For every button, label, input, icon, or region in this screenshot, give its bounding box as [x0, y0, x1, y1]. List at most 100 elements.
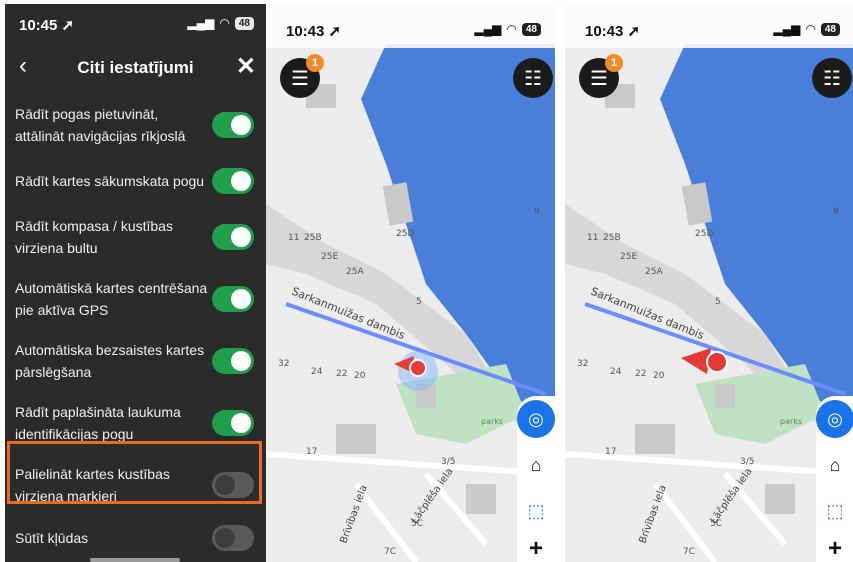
- setting-label: Rādīt paplašināta laukuma identifikācija…: [15, 404, 181, 442]
- battery-icon: 48: [234, 16, 254, 30]
- house-number: 7C: [384, 547, 396, 557]
- house-number: 25B: [304, 233, 322, 243]
- toggle-switch[interactable]: [212, 410, 254, 436]
- battery-icon: 48: [521, 22, 541, 36]
- setting-zoom-buttons[interactable]: Rādīt pogas pietuvināt, attālināt navigā…: [5, 94, 266, 156]
- zoom-in-button[interactable]: +: [816, 534, 853, 562]
- toggle-switch[interactable]: [212, 112, 254, 138]
- house-number: 32: [577, 359, 588, 369]
- setting-label: Rādīt pogas pietuvināt, attālināt navigā…: [15, 106, 186, 144]
- house-number: 17: [605, 447, 616, 457]
- toggle-knob: [215, 528, 235, 548]
- setting-send-errors[interactable]: Sūtīt kļūdas: [5, 516, 266, 560]
- setting-auto-center[interactable]: Automātiskā kartes centrēšana pie aktīva…: [5, 268, 266, 330]
- building: [336, 424, 376, 454]
- toggle-switch[interactable]: [212, 224, 254, 250]
- toggle-knob: [231, 171, 251, 191]
- close-icon[interactable]: ✕: [236, 52, 256, 81]
- park-area: [695, 364, 825, 444]
- street-label: Lāčplēša iela: [409, 466, 456, 526]
- toggle-knob: [231, 351, 251, 371]
- toggle-switch[interactable]: [212, 168, 254, 194]
- setting-home-button[interactable]: Rādīt kartes sākumskata pogu: [5, 156, 266, 206]
- status-time: 10:43 ➚: [585, 23, 641, 40]
- home-button[interactable]: ⌂: [517, 442, 555, 488]
- status-time: 10:45 ➚: [19, 17, 75, 34]
- house-number: 3/5: [740, 457, 754, 467]
- menu-icon: ☰: [590, 67, 608, 90]
- setting-label: Rādīt kompasa / kustības virziena bultu: [15, 218, 173, 256]
- house-number: 25D: [396, 229, 414, 239]
- house-number: 24: [311, 367, 323, 377]
- street-label: Brīvības iela: [338, 484, 369, 545]
- house-number: 24: [610, 367, 622, 377]
- house-number: 11: [288, 233, 299, 243]
- house-number: 20: [354, 371, 366, 381]
- building: [765, 484, 795, 514]
- status-bar: 10:43 ➚ ▂▄▆ ◠ 48: [266, 4, 555, 48]
- park-label: parks: [481, 417, 503, 426]
- house-number: 7C: [683, 547, 695, 557]
- toggle-knob: [231, 413, 251, 433]
- road-street: [565, 451, 853, 477]
- house-number: 25E: [620, 252, 637, 262]
- toggle-knob: [231, 115, 251, 135]
- status-icons: ▂▄▆ ◠ 48: [773, 22, 840, 36]
- menu-button[interactable]: ☰ 1: [280, 54, 324, 98]
- map-toolbar: ◎ ⌂ ⬚ +: [816, 396, 853, 562]
- signal-icon: ▂▄▆: [474, 22, 502, 36]
- house-number: 5: [715, 297, 721, 307]
- house-number: 17: [306, 447, 317, 457]
- house-number: 3/5: [441, 457, 455, 467]
- list-icon: ☷: [524, 67, 542, 90]
- setting-compass[interactable]: Rādīt kompasa / kustības virziena bultu: [5, 206, 266, 268]
- title-bar: ‹ Citi iestatījumi ✕: [5, 44, 266, 94]
- battery-icon: 48: [820, 22, 840, 36]
- house-number: 9: [534, 207, 540, 217]
- menu-button[interactable]: ☰ 1: [579, 54, 623, 98]
- page-title: Citi iestatījumi: [77, 58, 194, 77]
- house-number: 25B: [603, 233, 621, 243]
- house-number: 20: [653, 371, 665, 381]
- wifi-icon: ◠: [805, 22, 816, 36]
- position-marker-icon: [706, 351, 728, 373]
- toggle-knob: [231, 227, 251, 247]
- wifi-icon: ◠: [219, 16, 230, 30]
- status-icons: ▂▄▆ ◠ 48: [474, 22, 541, 36]
- street-label: Lāčplēša iela: [708, 466, 755, 526]
- notification-badge: 1: [306, 54, 324, 72]
- zoom-in-button[interactable]: +: [517, 534, 555, 562]
- park-label: parks: [780, 417, 802, 426]
- layers-button[interactable]: ☷: [812, 58, 852, 98]
- locate-button[interactable]: ◎: [517, 396, 555, 442]
- setting-label: Rādīt kartes sākumskata pogu: [15, 173, 205, 189]
- map-view-enlarged-marker[interactable]: Sarkanmuižas dambis Brīvības iela Lāčplē…: [565, 4, 853, 562]
- setting-label: Automātiskā kartes centrēšana pie aktīva…: [15, 280, 208, 318]
- building: [466, 484, 496, 514]
- toggle-switch[interactable]: [212, 348, 254, 374]
- map-view-standard-marker[interactable]: Sarkanmuižas dambis Brīvības iela Lāčplē…: [266, 4, 555, 562]
- locate-icon: ◎: [816, 400, 853, 438]
- toggle-switch[interactable]: [212, 525, 254, 551]
- locate-icon: ◎: [517, 400, 555, 438]
- area-id-button[interactable]: ⬚: [517, 488, 555, 534]
- notification-badge: 1: [605, 54, 623, 72]
- house-number: 22: [635, 369, 646, 379]
- map-toolbar: ◎ ⌂ ⬚ +: [517, 396, 555, 562]
- house-number: 25A: [645, 267, 663, 277]
- house-number: 5: [416, 297, 422, 307]
- street-label: Brīvības iela: [637, 484, 668, 545]
- settings-panel: 10:45 ➚ ▂▄▆ ◠ 48 ‹ Citi iestatījumi ✕ Rā…: [5, 4, 266, 562]
- road-street: [266, 451, 555, 477]
- toggle-switch[interactable]: [212, 286, 254, 312]
- signal-icon: ▂▄▆: [187, 16, 215, 30]
- layers-button[interactable]: ☷: [513, 58, 553, 98]
- status-icons: ▂▄▆ ◠ 48: [187, 16, 254, 30]
- house-number: 32: [278, 359, 289, 369]
- home-button[interactable]: ⌂: [816, 442, 853, 488]
- area-id-button[interactable]: ⬚: [816, 488, 853, 534]
- home-indicator: [90, 558, 180, 562]
- setting-offline-switch[interactable]: Automātiska bezsaistes kartes pārslēgšan…: [5, 330, 266, 392]
- house-number: 5C: [411, 519, 423, 529]
- locate-button[interactable]: ◎: [816, 396, 853, 442]
